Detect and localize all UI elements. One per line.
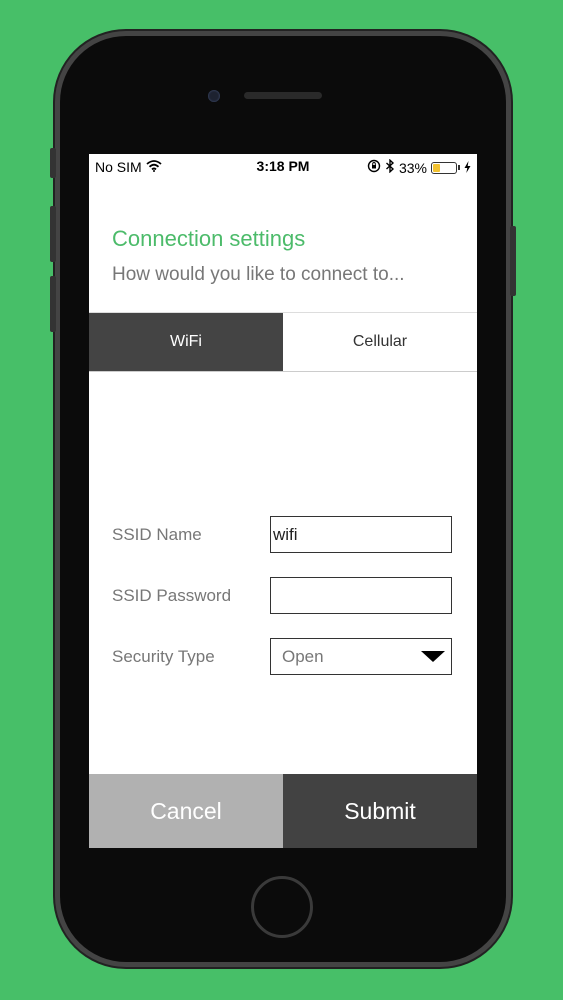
connection-type-tabs: WiFi Cellular — [89, 312, 477, 372]
ssid-name-label: SSID Name — [112, 525, 202, 544]
cancel-button-label: Cancel — [150, 797, 222, 824]
app-screen: No SIM 3:18 PM 33% Connection settings H… — [89, 154, 477, 848]
volume-down-button — [50, 276, 56, 332]
page-subtitle: How would you like to connect to... — [112, 264, 405, 285]
battery-percent: 33% — [398, 159, 427, 176]
phone-frame: No SIM 3:18 PM 33% Connection settings H… — [50, 36, 516, 962]
battery-icon — [431, 161, 457, 174]
status-bar: No SIM 3:18 PM 33% — [89, 154, 477, 180]
home-button[interactable] — [251, 876, 313, 938]
bluetooth-icon — [385, 158, 395, 176]
ssid-password-input[interactable] — [270, 577, 452, 614]
orientation-lock-icon — [367, 159, 381, 176]
ssid-name-row: SSID Name — [112, 516, 452, 554]
tab-wifi-label: WiFi — [170, 333, 202, 350]
action-bar: Cancel Submit — [89, 774, 477, 848]
dropdown-arrow-icon — [421, 651, 445, 662]
security-type-row: Security Type Open — [112, 638, 452, 676]
volume-up-button — [50, 206, 56, 262]
tab-cellular[interactable]: Cellular — [283, 313, 477, 371]
page-title: Connection settings — [112, 226, 306, 251]
tab-wifi[interactable]: WiFi — [89, 313, 283, 371]
submit-button-label: Submit — [344, 797, 416, 824]
power-button — [510, 226, 516, 296]
ssid-name-input[interactable] — [270, 516, 452, 553]
ssid-password-row: SSID Password — [112, 577, 452, 615]
security-type-select[interactable]: Open — [270, 638, 452, 675]
charging-bolt-icon — [464, 160, 471, 176]
submit-button[interactable]: Submit — [283, 774, 477, 848]
security-type-label: Security Type — [112, 647, 215, 666]
earpiece-speaker — [244, 92, 322, 99]
security-type-value: Open — [282, 646, 324, 666]
cancel-button[interactable]: Cancel — [89, 774, 283, 848]
battery-tip — [458, 165, 460, 170]
tab-cellular-label: Cellular — [352, 333, 408, 350]
front-camera — [208, 90, 220, 102]
ssid-password-label: SSID Password — [112, 586, 232, 605]
mute-switch — [50, 148, 56, 178]
